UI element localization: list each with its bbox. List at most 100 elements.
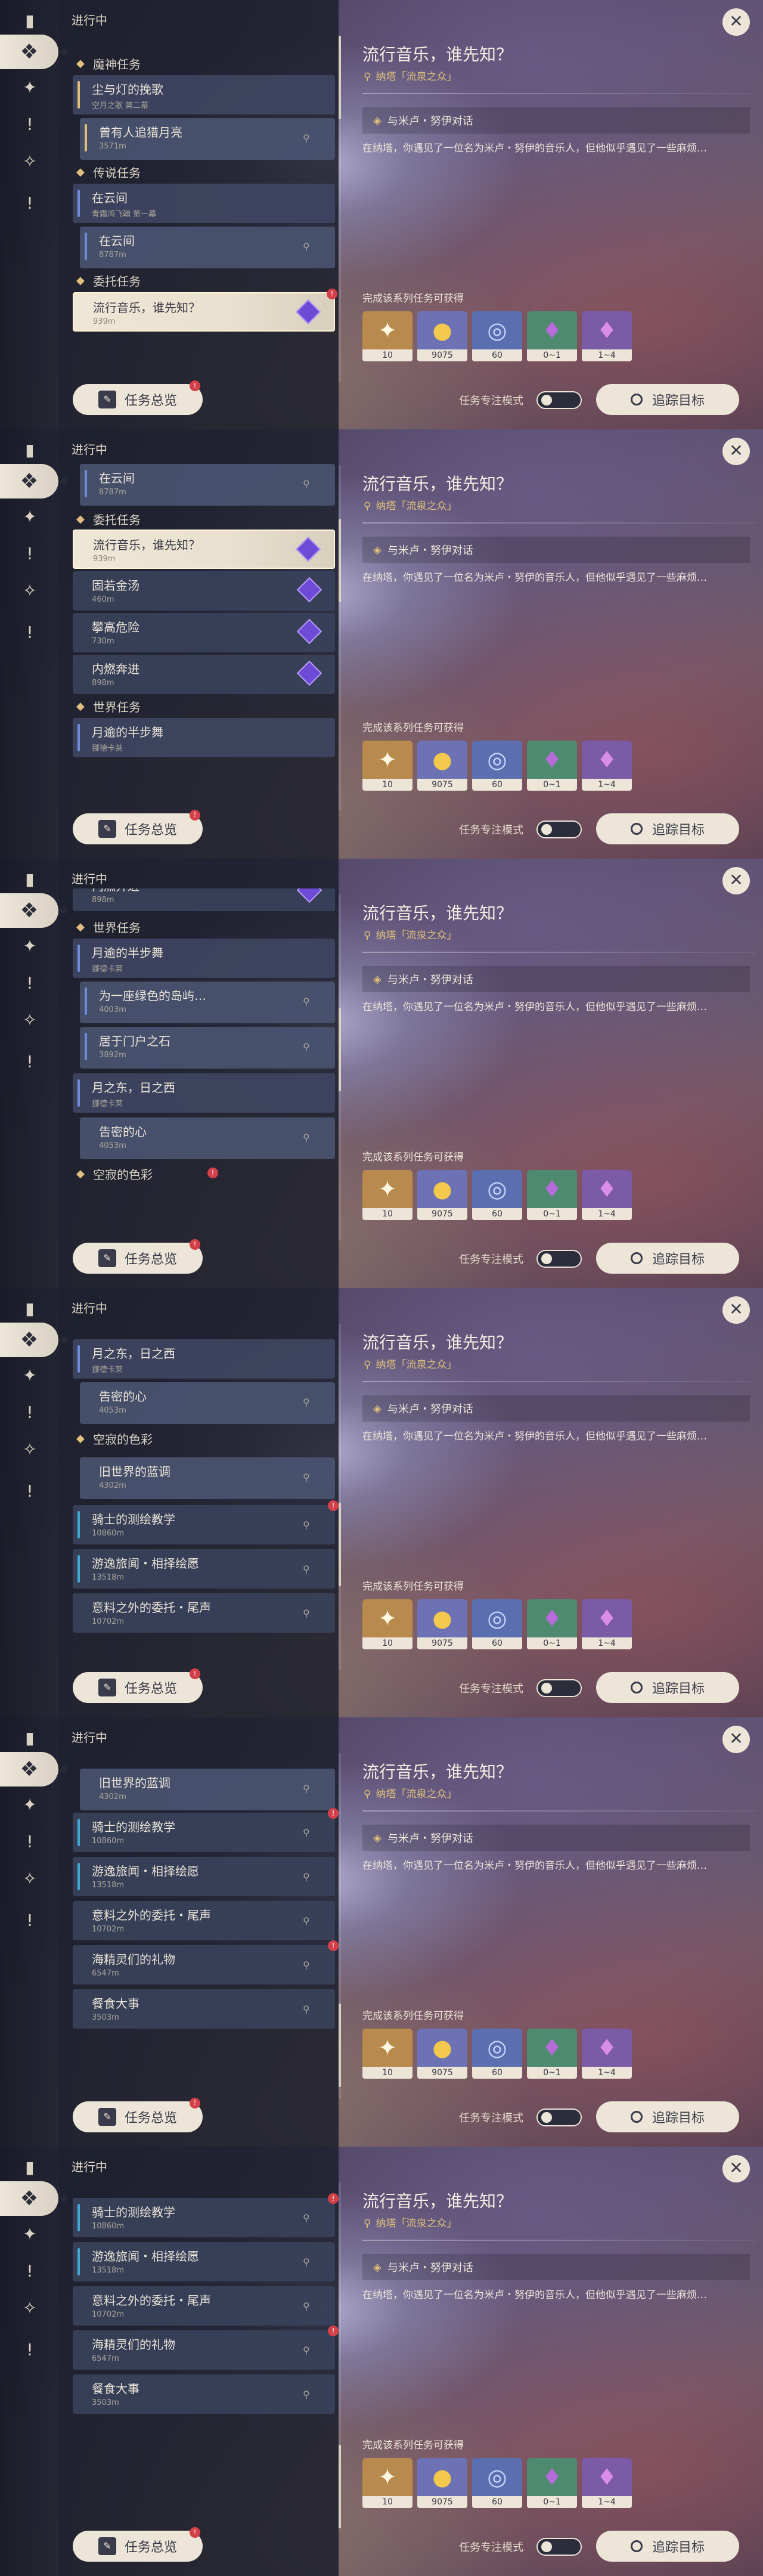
scrollbar-thumb[interactable] xyxy=(339,1503,341,1586)
quest-list-scrollbar[interactable] xyxy=(339,2182,341,2528)
world-quest-filter-icon[interactable]: ! xyxy=(18,1049,42,1073)
map-pin-icon[interactable]: ⚲ xyxy=(303,1871,311,1883)
alert-filter-icon[interactable]: ! xyxy=(18,1400,42,1424)
quest-card-knight[interactable]: 骑士的测绘教学 10860m ⚲! xyxy=(73,2193,339,2237)
reward-item[interactable]: ♦ 1~4 xyxy=(582,1599,632,1649)
map-pin-icon[interactable]: ⚲ xyxy=(303,2389,311,2400)
archon-quest-filter-icon[interactable]: ✦ xyxy=(18,504,42,528)
reward-item[interactable]: ● 9075 xyxy=(417,1599,467,1649)
map-pin-icon[interactable]: ⚲ xyxy=(303,1563,311,1575)
alert-filter-icon[interactable]: ! xyxy=(18,112,42,136)
track-target-button[interactable]: 追踪目标 xyxy=(596,1243,739,1274)
commission-filter-icon[interactable]: ✧ xyxy=(18,1437,42,1461)
quest-card-cloud[interactable]: 在云间 8787m ⚲ xyxy=(80,227,335,268)
map-pin-icon[interactable]: ⚲ xyxy=(303,1959,311,1971)
quest-card-music[interactable]: 流行音乐，谁先知？ 939m xyxy=(73,530,335,569)
close-button[interactable]: ✕ xyxy=(722,1726,750,1753)
quest-list-scrollbar[interactable] xyxy=(339,1753,341,2099)
reward-item[interactable]: ● 9075 xyxy=(417,2029,467,2079)
quest-card-cloud[interactable]: 在云间 青霜鸿飞翰 第一幕 xyxy=(73,184,335,223)
quest-list-scrollbar[interactable] xyxy=(339,36,341,382)
quest-card-oldworld[interactable]: 旧世界的蓝调 4302m ⚲ xyxy=(80,1457,335,1499)
commission-filter-icon[interactable]: ✧ xyxy=(18,1008,42,1032)
focus-mode-toggle[interactable] xyxy=(536,1679,582,1697)
quest-card-east[interactable]: 月之东，日之西 挪德卡莱 xyxy=(73,1339,335,1379)
reward-item[interactable]: ● 9075 xyxy=(417,311,467,361)
world-quest-filter-icon[interactable]: ! xyxy=(18,191,42,215)
quest-card-light[interactable]: 尘与灯的挽歌 空月之歌 第二幕 xyxy=(73,75,335,114)
quest-card-halfmoon[interactable]: 月逾的半步舞 挪德卡莱 xyxy=(73,718,335,757)
reward-item[interactable]: ◎ 60 xyxy=(472,2029,522,2079)
reward-item[interactable]: ♦ 0~1 xyxy=(527,1170,577,1220)
quest-filter-all-icon[interactable]: ❖ xyxy=(0,1752,58,1787)
map-pin-icon[interactable]: ⚲ xyxy=(303,2256,311,2268)
reward-item[interactable]: ♦ 0~1 xyxy=(527,2029,577,2079)
quest-list-scrollbar[interactable] xyxy=(339,465,341,811)
archon-quest-filter-icon[interactable]: ✦ xyxy=(18,2222,42,2246)
reward-item[interactable]: ♦ 1~4 xyxy=(582,2458,632,2508)
quest-overview-button[interactable]: ✎ 任务总览! xyxy=(73,810,203,844)
track-target-button[interactable]: 追踪目标 xyxy=(596,384,739,415)
alert-filter-icon[interactable]: ! xyxy=(18,971,42,995)
map-pin-icon[interactable]: ⚲ xyxy=(303,478,311,490)
quest-book-icon[interactable]: ▮ xyxy=(18,438,42,462)
quest-card-music[interactable]: 流行音乐，谁先知？ 939m! xyxy=(73,289,337,332)
alert-filter-icon[interactable]: ! xyxy=(18,541,42,565)
reward-item[interactable]: ♦ 0~1 xyxy=(527,2458,577,2508)
reward-item[interactable]: ◎ 60 xyxy=(472,1170,522,1220)
commission-filter-icon[interactable]: ✧ xyxy=(18,2296,42,2320)
quest-card-inner[interactable]: 内燃奔进898m xyxy=(73,655,335,694)
commission-filter-icon[interactable]: ✧ xyxy=(18,578,42,602)
reward-item[interactable]: ♦ 0~1 xyxy=(527,741,577,791)
reward-item[interactable]: ♦ 0~1 xyxy=(527,1599,577,1649)
map-pin-icon[interactable]: ⚲ xyxy=(303,2212,311,2224)
quest-card-stone[interactable]: 居于门户之石 3892m ⚲ xyxy=(80,1027,335,1069)
quest-filter-all-icon[interactable]: ❖ xyxy=(0,35,58,69)
quest-overview-button[interactable]: ✎ 任务总览! xyxy=(73,380,203,415)
focus-mode-toggle[interactable] xyxy=(536,821,582,838)
quest-card-sea[interactable]: 海精灵们的礼物 6547m ⚲! xyxy=(73,2326,339,2370)
world-quest-filter-icon[interactable]: ! xyxy=(18,620,42,644)
alert-filter-icon[interactable]: ! xyxy=(18,2259,42,2283)
world-quest-filter-icon[interactable]: ! xyxy=(18,1479,42,1503)
reward-item[interactable]: ✦ 10 xyxy=(362,311,412,361)
quest-card-travel[interactable]: 游逸旅闻・相择绘愿 13518m ⚲ xyxy=(73,1857,335,1896)
quest-card-moon[interactable]: 曾有人追猎月亮 3571m ⚲ xyxy=(80,118,335,160)
scrollbar-thumb[interactable] xyxy=(339,519,341,602)
focus-mode-toggle[interactable] xyxy=(536,1250,582,1268)
map-pin-icon[interactable]: ⚲ xyxy=(303,996,311,1007)
quest-book-icon[interactable]: ▮ xyxy=(18,1296,42,1320)
reward-item[interactable]: ◎ 60 xyxy=(472,741,522,791)
quest-filter-all-icon[interactable]: ❖ xyxy=(0,464,58,499)
reward-item[interactable]: ♦ 1~4 xyxy=(582,741,632,791)
archon-quest-filter-icon[interactable]: ✦ xyxy=(18,1363,42,1387)
map-pin-icon[interactable]: ⚲ xyxy=(303,1827,311,1838)
scrollbar-thumb[interactable] xyxy=(339,2004,341,2087)
commission-filter-icon[interactable]: ✧ xyxy=(18,149,42,173)
quest-card-travel[interactable]: 游逸旅闻・相择绘愿 13518m ⚲ xyxy=(73,2242,335,2281)
map-pin-icon[interactable]: ⚲ xyxy=(303,132,311,144)
quest-card-travel[interactable]: 游逸旅闻・相择绘愿 13518m ⚲ xyxy=(73,1549,335,1589)
quest-card-feast[interactable]: 餐食大事 3503m ⚲ xyxy=(73,2374,335,2414)
quest-list-scrollbar[interactable] xyxy=(339,1324,341,1670)
quest-card-halfmoon[interactable]: 月逾的半步舞 挪德卡莱 xyxy=(73,939,335,978)
quest-card-unexpected[interactable]: 意料之外的委托・尾声 10702m ⚲ xyxy=(73,1593,335,1633)
reward-item[interactable]: ♦ 1~4 xyxy=(582,2029,632,2079)
track-target-button[interactable]: 追踪目标 xyxy=(596,1672,739,1703)
track-target-button[interactable]: 追踪目标 xyxy=(596,2531,739,2562)
quest-overview-button[interactable]: ✎ 任务总览! xyxy=(73,2527,203,2562)
world-quest-filter-icon[interactable]: ! xyxy=(18,2337,42,2361)
reward-item[interactable]: ● 9075 xyxy=(417,1170,467,1220)
quest-card-unexpected[interactable]: 意料之外的委托・尾声 10702m ⚲ xyxy=(73,2286,335,2326)
quest-filter-all-icon[interactable]: ❖ xyxy=(0,893,58,928)
map-pin-icon[interactable]: ⚲ xyxy=(303,241,311,252)
focus-mode-toggle[interactable] xyxy=(536,2538,582,2556)
reward-item[interactable]: ◎ 60 xyxy=(472,311,522,361)
quest-card-feast[interactable]: 餐食大事 3503m ⚲ xyxy=(73,1989,335,2029)
quest-book-icon[interactable]: ▮ xyxy=(18,2155,42,2179)
map-pin-icon[interactable]: ⚲ xyxy=(303,1915,311,1927)
quest-filter-all-icon[interactable]: ❖ xyxy=(0,1323,58,1357)
quest-card-gold[interactable]: 固若金汤 460m xyxy=(73,571,335,611)
close-button[interactable]: ✕ xyxy=(722,2155,750,2182)
reward-item[interactable]: ● 9075 xyxy=(417,741,467,791)
